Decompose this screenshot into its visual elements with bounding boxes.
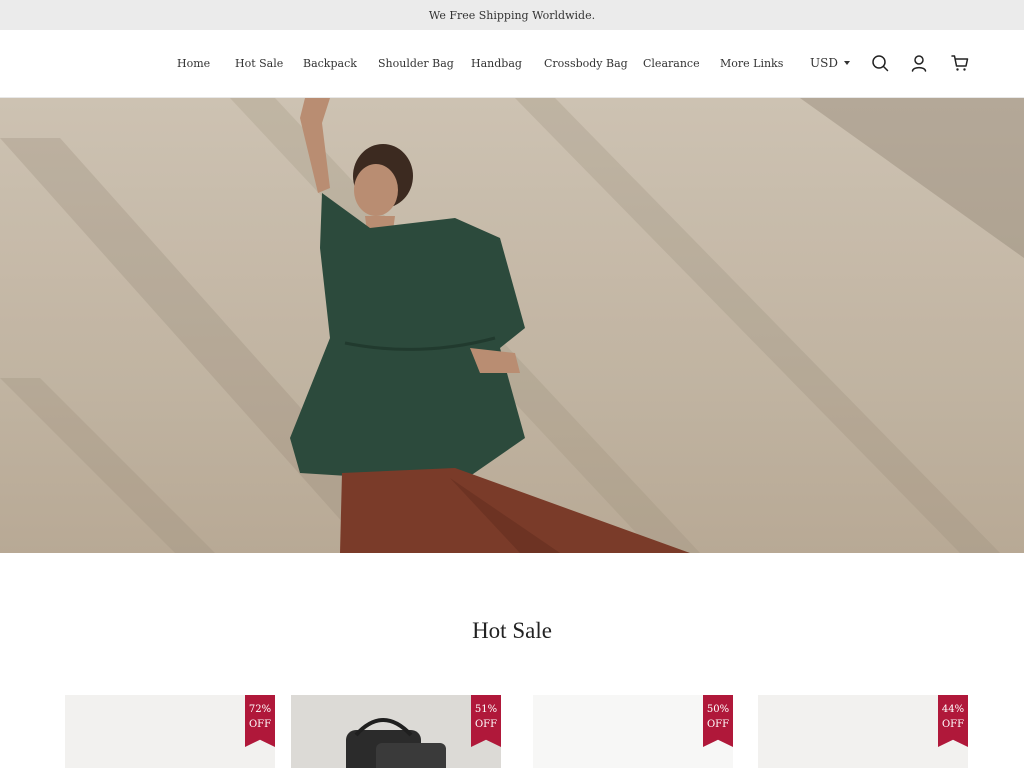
discount-value: 72% [248, 704, 272, 715]
product-card[interactable]: 72% OFF [65, 695, 275, 768]
search-icon[interactable] [871, 54, 889, 72]
discount-badge: 50% OFF [703, 695, 733, 747]
currency-selector[interactable]: USD [810, 56, 850, 70]
discount-badge: 51% OFF [471, 695, 501, 747]
hero-image [0, 98, 1024, 553]
nav-shoulder-bag[interactable]: Shoulder Bag [378, 57, 454, 70]
nav-clearance[interactable]: Clearance [643, 57, 700, 70]
discount-off-label: OFF [706, 719, 730, 730]
discount-badge: 72% OFF [245, 695, 275, 747]
site-header: Home Hot Sale Backpack Shoulder Bag Hand… [0, 30, 1024, 98]
nav-home[interactable]: Home [177, 57, 210, 70]
product-card[interactable]: 50% OFF [533, 695, 733, 768]
product-card[interactable]: 44% OFF [758, 695, 968, 768]
discount-value: 44% [941, 704, 965, 715]
nav-crossbody-bag[interactable]: Crossbody Bag [544, 57, 628, 70]
discount-value: 51% [474, 704, 498, 715]
discount-value: 50% [706, 704, 730, 715]
product-card[interactable]: 51% OFF [291, 695, 501, 768]
discount-off-label: OFF [941, 719, 965, 730]
product-image [346, 718, 446, 768]
hero-banner[interactable] [0, 98, 1024, 553]
discount-off-label: OFF [248, 719, 272, 730]
nav-handbag[interactable]: Handbag [471, 57, 522, 70]
cart-icon[interactable] [951, 54, 969, 72]
discount-badge: 44% OFF [938, 695, 968, 747]
announcement-text: We Free Shipping Worldwide. [428, 8, 596, 22]
discount-off-label: OFF [474, 719, 498, 730]
account-icon[interactable] [910, 54, 928, 72]
nav-backpack[interactable]: Backpack [303, 57, 357, 70]
section-title-hot-sale: Hot Sale [472, 618, 552, 643]
currency-label: USD [810, 56, 838, 70]
nav-more-links[interactable]: More Links [720, 57, 783, 70]
chevron-down-icon [843, 61, 850, 65]
announcement-bar: We Free Shipping Worldwide. [0, 0, 1024, 30]
nav-hot-sale[interactable]: Hot Sale [235, 57, 283, 70]
